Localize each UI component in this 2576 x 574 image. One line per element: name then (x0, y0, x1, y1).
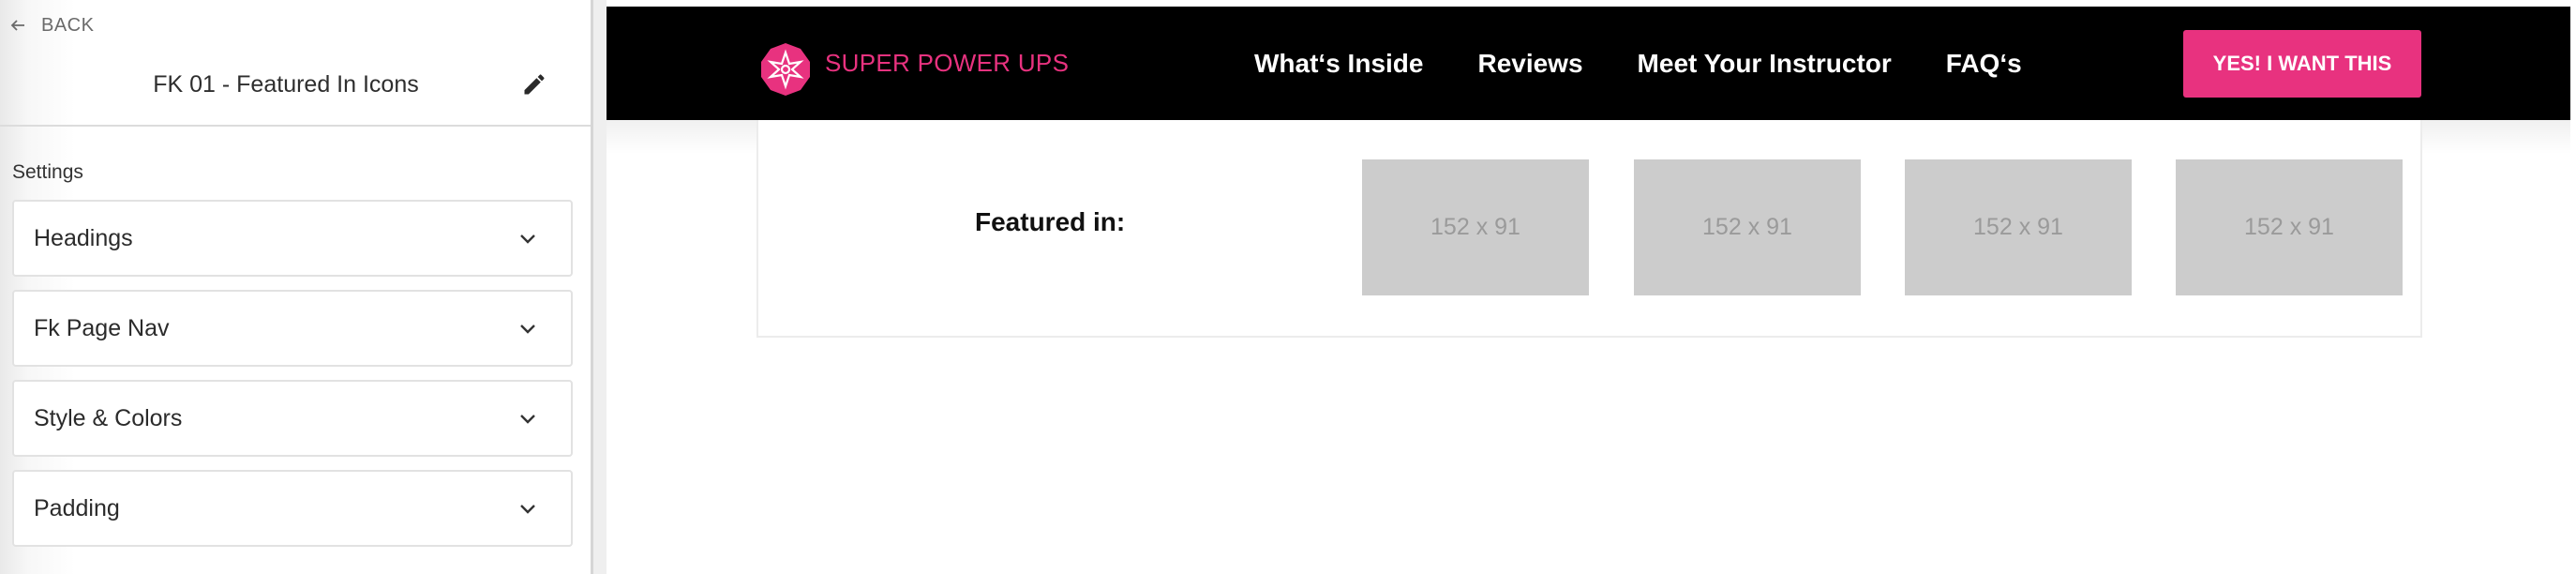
sidebar-header: FK 01 - Featured In Icons (0, 60, 591, 109)
nav-menu: What‘s Inside Reviews Meet Your Instruct… (1254, 7, 2076, 120)
accordion-label: Headings (34, 224, 133, 251)
accordion-fk-page-nav[interactable]: Fk Page Nav (12, 290, 573, 367)
site-logo[interactable]: SUPER POWER UPS (757, 41, 1069, 98)
site-navbar: SUPER POWER UPS What‘s Inside Reviews Me… (607, 7, 2570, 120)
accordion-headings[interactable]: Headings (12, 200, 573, 277)
chevron-down-icon (520, 415, 535, 424)
logo-placeholder-4: 152 x 91 (2176, 159, 2403, 295)
edit-title-button[interactable] (519, 69, 549, 99)
chevron-down-icon (520, 505, 535, 514)
pencil-icon (524, 74, 545, 95)
back-label: BACK (41, 14, 95, 36)
preview-gutter (593, 0, 607, 574)
back-button[interactable]: BACK (9, 13, 94, 38)
chevron-down-icon (520, 234, 535, 244)
logo-placeholder-2: 152 x 91 (1634, 159, 1861, 295)
logo-placeholder-1: 152 x 91 (1362, 159, 1589, 295)
brand-name: SUPER POWER UPS (825, 49, 1070, 77)
starburst-logo-icon (761, 43, 810, 96)
settings-heading: Settings (12, 161, 83, 183)
accordion-style-colors[interactable]: Style & Colors (12, 380, 573, 457)
page-preview: SUPER POWER UPS What‘s Inside Reviews Me… (607, 0, 2576, 574)
cta-button[interactable]: YES! I WANT THIS (2183, 30, 2421, 98)
nav-link-whats-inside[interactable]: What‘s Inside (1254, 49, 1423, 79)
chevron-down-icon (520, 325, 535, 334)
nav-link-meet-instructor[interactable]: Meet Your Instructor (1638, 49, 1892, 79)
block-title: FK 01 - Featured In Icons (153, 70, 419, 98)
arrow-left-icon (10, 20, 24, 31)
settings-sidebar: BACK FK 01 - Featured In Icons Settings … (0, 0, 591, 574)
nav-link-faqs[interactable]: FAQ‘s (1946, 49, 2022, 79)
accordion-padding[interactable]: Padding (12, 470, 573, 547)
nav-link-reviews[interactable]: Reviews (1477, 49, 1582, 79)
accordion-label: Style & Colors (34, 404, 183, 431)
featured-in-label: Featured in: (975, 207, 1126, 236)
accordion-label: Fk Page Nav (34, 314, 170, 341)
logo-placeholder-3: 152 x 91 (1905, 159, 2132, 295)
header-divider (0, 125, 591, 127)
accordion-label: Padding (34, 494, 120, 521)
